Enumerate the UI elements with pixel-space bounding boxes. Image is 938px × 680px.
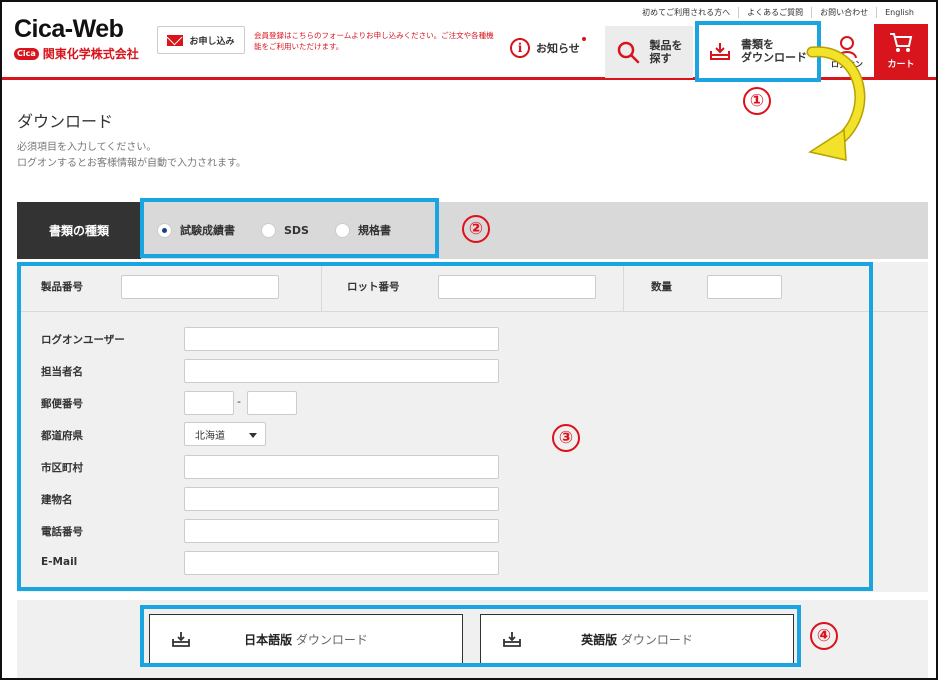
person-name-label: 担当者名 xyxy=(41,366,83,378)
english-download-sub: ダウンロード xyxy=(617,632,693,647)
postal-code-label: 郵便番号 xyxy=(41,398,83,410)
news-link[interactable]: i お知らせ xyxy=(510,37,586,58)
quantity-label: 数量 xyxy=(651,281,672,293)
city-label: 市区町村 xyxy=(41,462,83,474)
news-label: お知らせ xyxy=(536,42,580,55)
radio-specification-label: 規格書 xyxy=(357,224,391,237)
annotation-number-one: ① xyxy=(743,87,771,115)
product-number-label: 製品番号 xyxy=(41,281,83,293)
logon-user-input[interactable] xyxy=(184,327,499,351)
email-input[interactable] xyxy=(184,551,499,575)
news-label-wrap: お知らせ xyxy=(536,37,586,56)
radio-button[interactable] xyxy=(334,222,350,238)
city-input[interactable] xyxy=(184,455,499,479)
postal-code-second-input[interactable] xyxy=(247,391,297,415)
chevron-down-icon xyxy=(249,433,257,438)
document-type-label: 書類の種類 xyxy=(17,202,141,259)
apply-button-label: お申し込み xyxy=(189,36,235,47)
page-title: ダウンロード xyxy=(17,112,114,131)
prefecture-label: 都道府県 xyxy=(41,430,83,442)
english-download-bold: 英語版 xyxy=(581,632,618,647)
annotation-number-four: ④ xyxy=(810,622,838,650)
phone-label: 電話番号 xyxy=(41,526,83,538)
download-tray-icon xyxy=(710,43,730,60)
building-input[interactable] xyxy=(184,487,499,511)
product-number-input[interactable] xyxy=(121,275,279,299)
page-desc-line-2: ログオンするとお客様情報が自動で入力されます。 xyxy=(17,158,246,169)
japanese-download-button[interactable]: 日本語版 ダウンロード xyxy=(149,614,463,664)
radio-test-report-label: 試験成績書 xyxy=(180,224,235,237)
download-buttons-area: 日本語版 ダウンロード 英語版 ダウンロード xyxy=(17,600,928,678)
annotation-number-two: ② xyxy=(462,215,490,243)
info-icon: i xyxy=(510,38,530,58)
site-logo[interactable]: Cica-Web Cica 関東化学株式会社 xyxy=(14,16,139,62)
top-link-first-time[interactable]: 初めてご利用される方へ xyxy=(634,7,738,18)
logo-badge: Cica xyxy=(14,47,39,60)
page-desc-line-1: 必須項目を入力してください。 xyxy=(17,142,157,153)
person-name-input[interactable] xyxy=(184,359,499,383)
email-label: E-Mail xyxy=(41,556,78,568)
lot-number-label: ロット番号 xyxy=(347,281,400,293)
top-link-faq[interactable]: よくあるご質問 xyxy=(738,7,811,18)
top-link-english[interactable]: English xyxy=(876,7,922,18)
top-link-contact[interactable]: お問い合わせ xyxy=(811,7,876,18)
radio-button[interactable] xyxy=(261,222,276,238)
nav-cart[interactable]: カート xyxy=(874,24,928,78)
postal-code-first-input[interactable] xyxy=(184,391,234,415)
prefecture-value: 北海道 xyxy=(195,430,225,442)
english-download-button[interactable]: 英語版 ダウンロード xyxy=(480,614,794,664)
news-dot xyxy=(581,37,586,41)
document-type-radio-group: 試験成績書 SDS 規格書 xyxy=(157,222,391,238)
prefecture-select[interactable]: 北海道 xyxy=(184,422,266,446)
download-form: 製品番号 ロット番号 数量 ログオンユーザー 担当者名 郵便番号 - 都道府県 … xyxy=(17,262,928,592)
apply-button[interactable]: お申し込み xyxy=(157,26,245,54)
radio-button-checked[interactable] xyxy=(157,222,172,238)
divider xyxy=(321,262,322,312)
mail-icon xyxy=(167,34,184,46)
logon-user-label: ログオンユーザー xyxy=(41,334,125,346)
download-tray-icon xyxy=(503,632,521,647)
logo-title: Cica-Web xyxy=(14,15,124,43)
japanese-download-sub: ダウンロード xyxy=(292,632,368,647)
search-icon xyxy=(617,41,639,64)
product-row: 製品番号 ロット番号 数量 xyxy=(17,262,928,312)
curved-arrow-icon xyxy=(806,46,866,161)
annotation-number-three: ③ xyxy=(552,424,580,452)
download-tray-icon xyxy=(172,632,190,647)
radio-sds[interactable]: SDS xyxy=(261,222,309,238)
radio-sds-label: SDS xyxy=(284,223,309,237)
japanese-download-bold: 日本語版 xyxy=(244,632,293,647)
apply-note: 会員登録はこちらのフォームよりお申し込みください。ご注文や各種機能をご利用いただ… xyxy=(254,31,494,51)
nav-search-label: 製品を 探す xyxy=(649,39,683,65)
nav-search-products[interactable]: 製品を 探す xyxy=(605,26,693,78)
phone-input[interactable] xyxy=(184,519,499,543)
postal-code-separator: - xyxy=(237,395,241,408)
nav-cart-label: カート xyxy=(887,60,915,70)
quantity-input[interactable] xyxy=(707,275,782,299)
top-links: 初めてご利用される方へ よくあるご質問 お問い合わせ English xyxy=(634,7,922,18)
radio-specification[interactable]: 規格書 xyxy=(334,222,391,238)
radio-test-report[interactable]: 試験成績書 xyxy=(157,222,235,238)
logo-company: 関東化学株式会社 xyxy=(42,47,139,61)
building-label: 建物名 xyxy=(41,494,73,506)
divider xyxy=(623,262,624,312)
page-description: 必須項目を入力してください。 ログオンするとお客様情報が自動で入力されます。 xyxy=(17,140,246,172)
cart-icon xyxy=(890,33,913,52)
lot-number-input[interactable] xyxy=(438,275,596,299)
screenshot-frame: Cica-Web Cica 関東化学株式会社 お申し込み 会員登録はこちらのフォ… xyxy=(0,0,938,680)
